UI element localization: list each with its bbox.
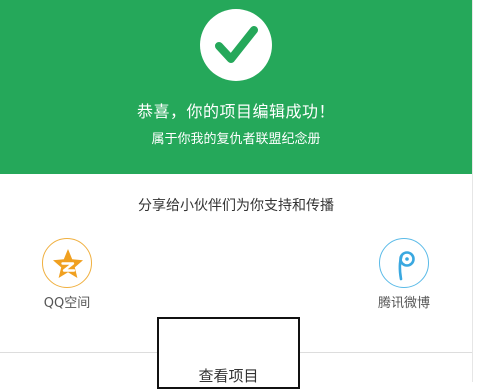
qzone-icon <box>42 238 92 288</box>
success-subtitle: 属于你我的复仇者联盟纪念册 <box>151 132 321 147</box>
share-qzone-label: QQ空间 <box>43 296 91 311</box>
share-tencent-weibo-label: 腾讯微博 <box>377 296 430 311</box>
view-project-label: 查看项目 <box>198 367 259 385</box>
view-project-button[interactable]: 查看项目 <box>157 317 300 389</box>
tencent-weibo-icon <box>379 238 429 288</box>
page-edge <box>472 0 477 382</box>
share-qzone-button[interactable]: QQ空间 <box>27 238 107 313</box>
success-banner: 恭喜，你的项目编辑成功！ 属于你我的复仇者联盟纪念册 <box>0 0 472 174</box>
share-tencent-weibo-button[interactable]: 腾讯微博 <box>364 238 444 313</box>
checkmark-icon <box>200 9 272 81</box>
success-title: 恭喜，你的项目编辑成功！ <box>136 102 335 121</box>
share-title: 分享给小伙伴们为你支持和传播 <box>138 198 334 214</box>
